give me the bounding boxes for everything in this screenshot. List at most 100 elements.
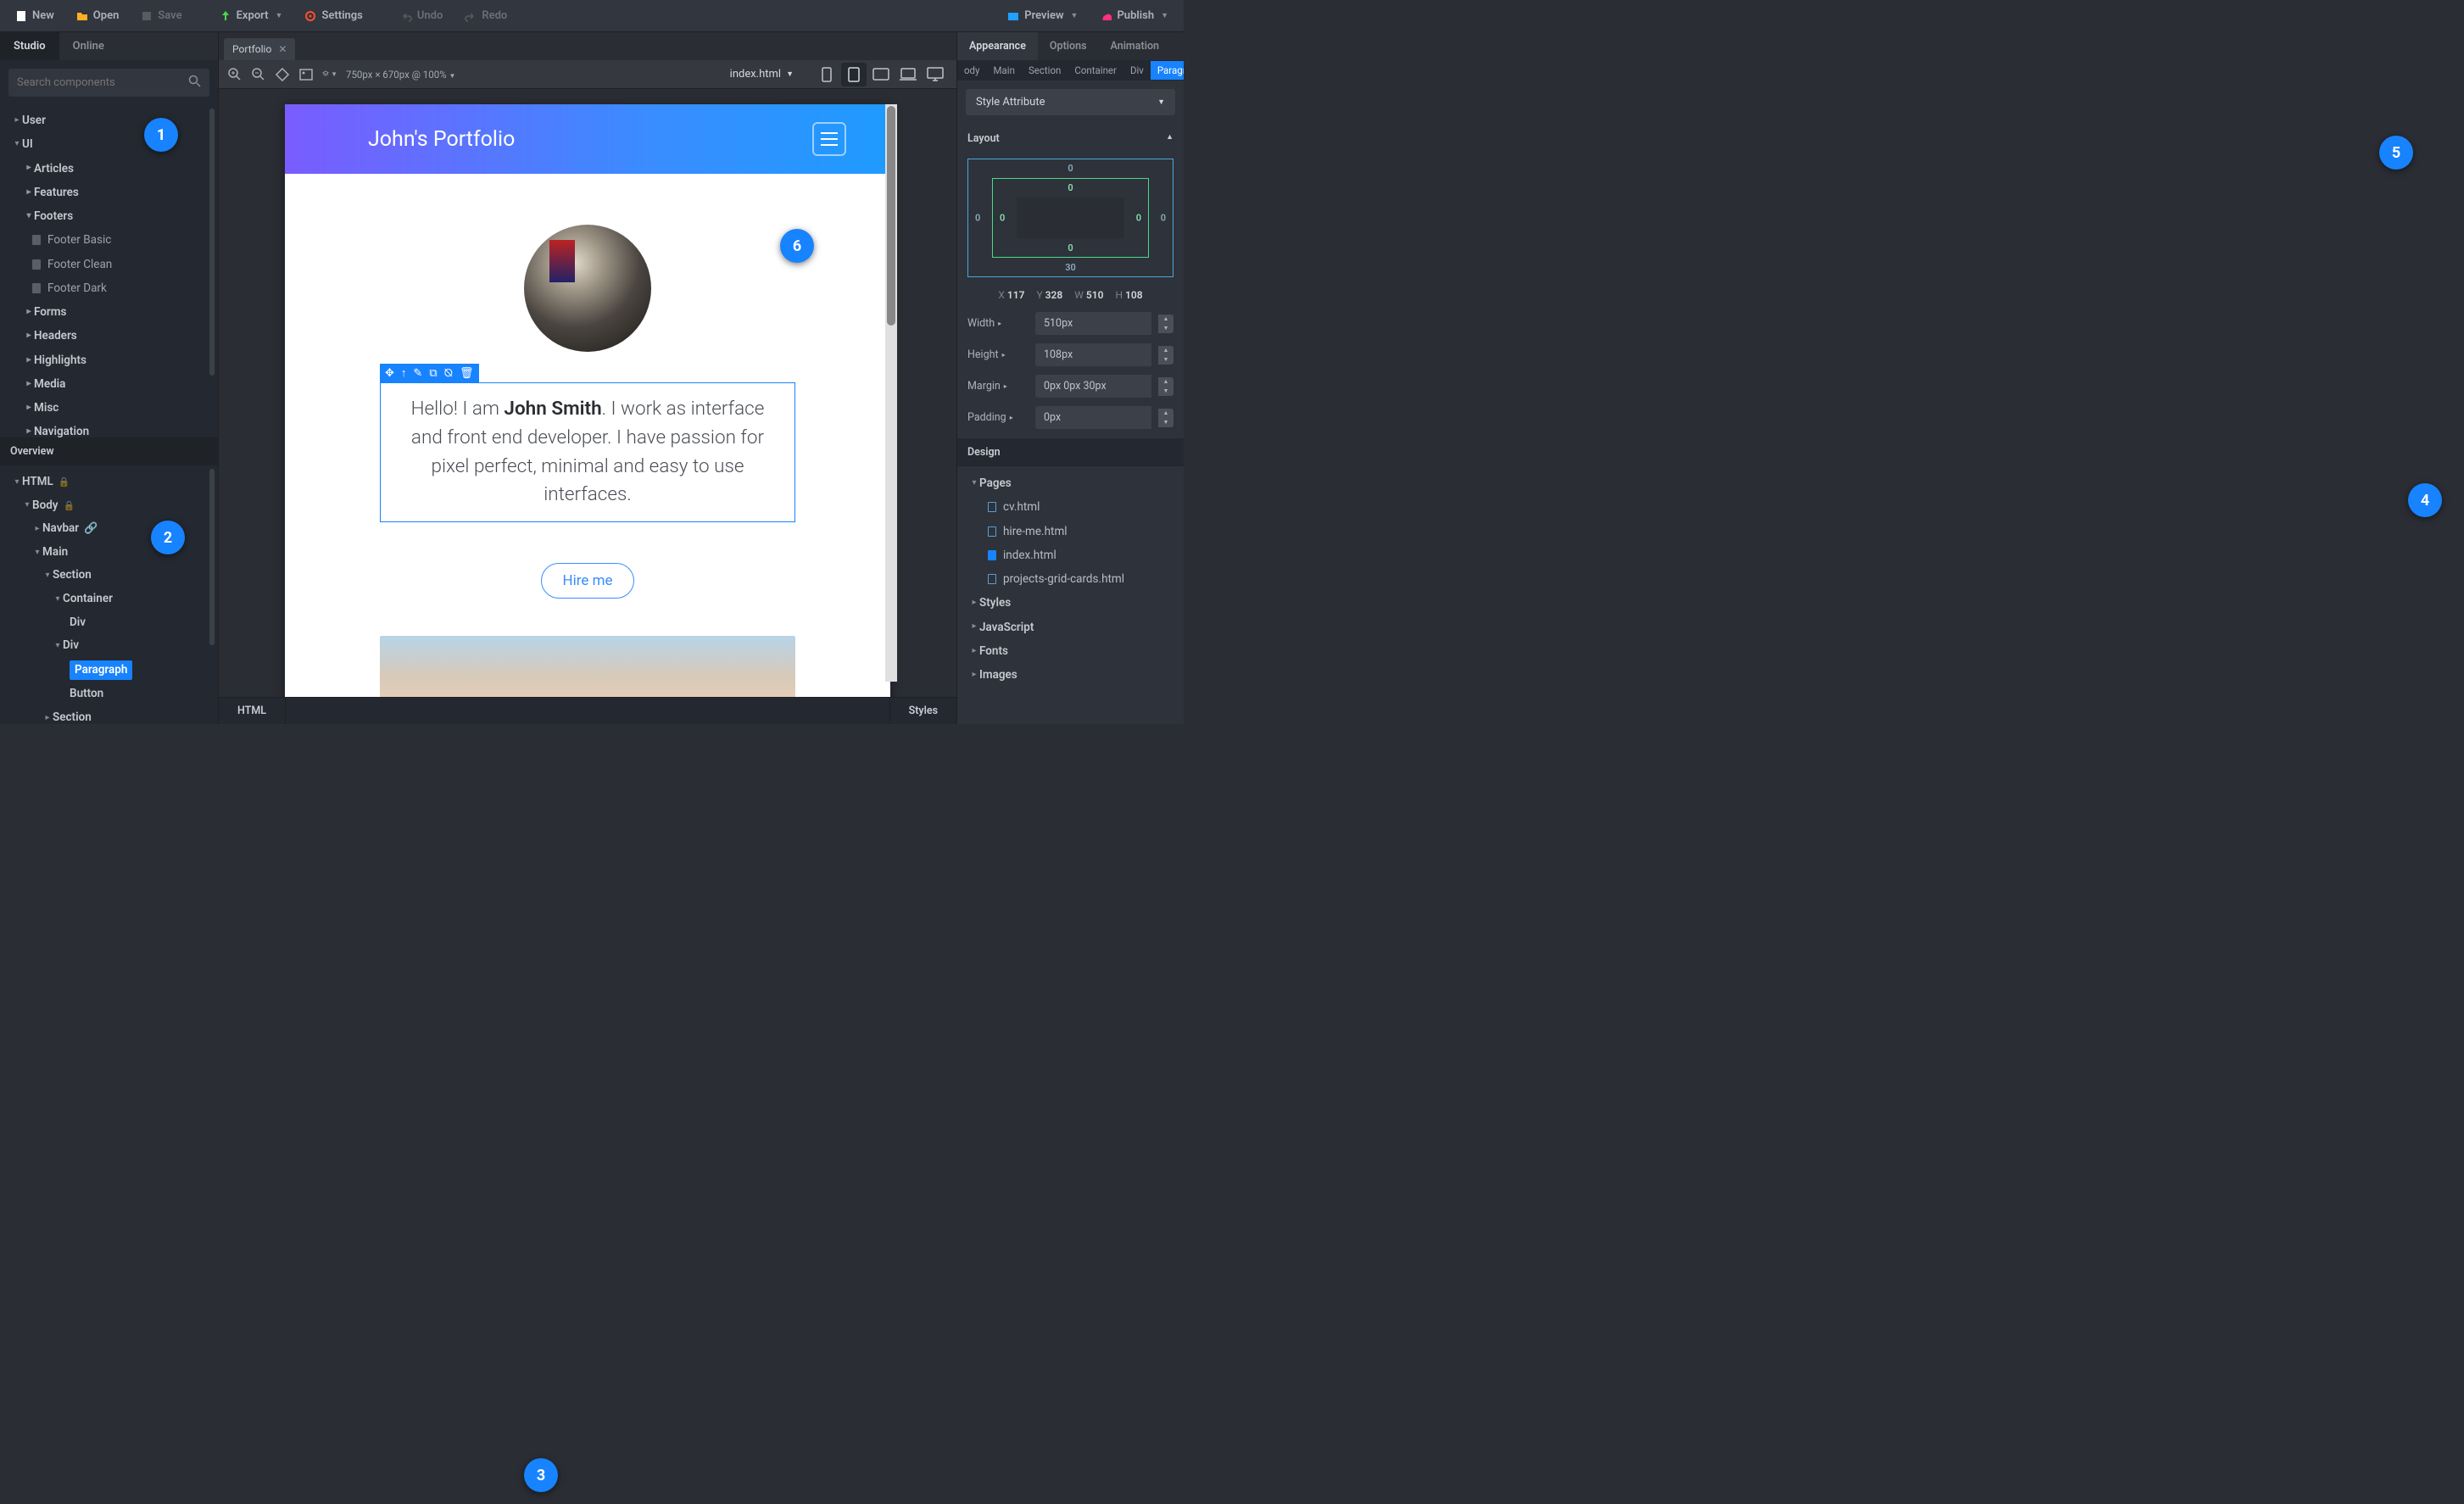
tree-footers[interactable]: ▾Footers bbox=[0, 204, 218, 228]
tree-footer-clean[interactable]: Footer Clean bbox=[0, 253, 218, 276]
device-laptop[interactable] bbox=[895, 63, 921, 86]
tree-articles[interactable]: ▸Articles bbox=[0, 157, 218, 181]
height-input[interactable]: 108px bbox=[1035, 343, 1151, 366]
tree-headers[interactable]: ▸Headers bbox=[0, 324, 218, 348]
move-icon[interactable]: ✥ bbox=[385, 367, 394, 380]
prop-margin: Margin▸ 0px 0px 30px ▲▼ bbox=[957, 370, 1184, 402]
hamburger-icon[interactable] bbox=[812, 122, 846, 156]
file-hire[interactable]: hire-me.html bbox=[957, 520, 1184, 543]
selected-element[interactable]: ✥ ↑ ✎ ⧉ ⦰ 🗑 Hello! I am John Smith. I wo… bbox=[380, 382, 795, 522]
bc-main[interactable]: Main bbox=[987, 64, 1022, 76]
document-tab[interactable]: Portfolio ✕ bbox=[224, 38, 295, 60]
ov-div1[interactable]: Div bbox=[0, 611, 218, 635]
tree-footer-basic[interactable]: Footer Basic bbox=[0, 228, 218, 252]
bc-body[interactable]: ody bbox=[957, 64, 987, 76]
ov-button[interactable]: Button bbox=[0, 682, 218, 706]
bc-div[interactable]: Div bbox=[1123, 64, 1151, 76]
width-input[interactable]: 510px bbox=[1035, 312, 1151, 335]
box-model[interactable]: 0 30 0 0 0 0 0 0 bbox=[967, 159, 1173, 277]
file-cv[interactable]: cv.html bbox=[957, 495, 1184, 519]
hire-button[interactable]: Hire me bbox=[541, 563, 633, 599]
edit-icon[interactable]: ✎ bbox=[413, 367, 422, 380]
zoom-out-icon[interactable] bbox=[251, 67, 266, 82]
rotate-icon[interactable] bbox=[275, 67, 290, 82]
settings-button[interactable]: Settings bbox=[296, 4, 371, 27]
ov-body[interactable]: ▾Body🔒 bbox=[0, 494, 218, 518]
bc-container[interactable]: Container bbox=[1068, 64, 1123, 76]
design-pages[interactable]: ▾Pages bbox=[957, 471, 1184, 495]
zoom-in-icon[interactable] bbox=[227, 67, 242, 82]
margin-stepper[interactable]: ▲▼ bbox=[1158, 377, 1173, 396]
document-tab-label: Portfolio bbox=[232, 43, 271, 55]
preview-button[interactable]: Preview▼ bbox=[999, 4, 1086, 27]
tree-navigation[interactable]: ▸Navigation bbox=[0, 420, 218, 437]
tree-user[interactable]: ▸User bbox=[0, 109, 218, 132]
save-button[interactable]: Save bbox=[132, 4, 190, 27]
tree-footer-dark[interactable]: Footer Dark bbox=[0, 276, 218, 300]
tree-ui[interactable]: ▾UI bbox=[0, 132, 218, 156]
padding-input[interactable]: 0px bbox=[1035, 406, 1151, 429]
canvas-file-select[interactable]: index.html▼ bbox=[730, 68, 794, 81]
ov-div2[interactable]: ▾Div bbox=[0, 634, 218, 658]
caret-right-icon[interactable]: ▸ bbox=[998, 320, 1001, 327]
canvas-size[interactable]: 750px × 670px @ 100% ▼ bbox=[346, 69, 455, 81]
redo-button[interactable]: Redo bbox=[456, 4, 516, 27]
export-button[interactable]: Export▼ bbox=[211, 4, 292, 27]
file-index[interactable]: index.html bbox=[957, 543, 1184, 567]
tree-misc[interactable]: ▸Misc bbox=[0, 396, 218, 420]
design-fonts[interactable]: ▸Fonts bbox=[957, 639, 1184, 663]
height-stepper[interactable]: ▲▼ bbox=[1158, 346, 1173, 365]
device-phone[interactable] bbox=[814, 63, 839, 86]
close-icon[interactable]: ✕ bbox=[278, 43, 287, 55]
ov-section[interactable]: ▾Section bbox=[0, 564, 218, 588]
design-styles[interactable]: ▸Styles bbox=[957, 591, 1184, 615]
copy-icon[interactable]: ⧉ bbox=[429, 367, 437, 380]
device-tablet-portrait[interactable] bbox=[841, 63, 867, 86]
tab-appearance[interactable]: Appearance bbox=[957, 32, 1038, 60]
canvas-area[interactable]: John's Portfolio ✥ ↑ ✎ ⧉ ⦰ � bbox=[219, 89, 956, 697]
up-icon[interactable]: ↑ bbox=[401, 366, 407, 380]
search-input[interactable] bbox=[8, 69, 209, 97]
publish-button[interactable]: Publish▼ bbox=[1091, 4, 1177, 27]
tab-html[interactable]: HTML bbox=[219, 698, 286, 724]
caret-down-icon: ▼ bbox=[1161, 11, 1168, 20]
ov-main[interactable]: ▾Main bbox=[0, 541, 218, 565]
delete-icon[interactable]: 🗑 bbox=[460, 367, 474, 380]
layout-header[interactable]: Layout▲ bbox=[957, 124, 1184, 153]
style-select[interactable]: Style Attribute▼ bbox=[966, 89, 1175, 115]
margin-input[interactable]: 0px 0px 30px bbox=[1035, 375, 1151, 398]
tree-forms[interactable]: ▸Forms bbox=[0, 300, 218, 324]
hide-icon[interactable]: ⦰ bbox=[444, 367, 453, 380]
ov-navbar[interactable]: ▸Navbar🔗 bbox=[0, 517, 218, 541]
ov-paragraph[interactable]: Paragraph bbox=[0, 658, 218, 683]
padding-stepper[interactable]: ▲▼ bbox=[1158, 409, 1173, 427]
bc-paragraph[interactable]: Paragraph bbox=[1151, 61, 1184, 80]
file-icon bbox=[988, 550, 996, 560]
width-stepper[interactable]: ▲▼ bbox=[1158, 315, 1173, 333]
design-images[interactable]: ▸Images bbox=[957, 663, 1184, 687]
hero-image bbox=[380, 636, 795, 697]
tab-animation[interactable]: Animation bbox=[1099, 32, 1172, 60]
ov-html[interactable]: ▾HTML🔒 bbox=[0, 471, 218, 494]
tab-studio[interactable]: Studio bbox=[0, 32, 59, 60]
overview-tree: ▾HTML🔒 ▾Body🔒 ▸Navbar🔗 ▾Main ▾Section ▾C… bbox=[0, 465, 218, 724]
ov-container[interactable]: ▾Container bbox=[0, 588, 218, 611]
bc-section[interactable]: Section bbox=[1022, 64, 1068, 76]
tab-online[interactable]: Online bbox=[59, 32, 118, 60]
tree-media[interactable]: ▸Media bbox=[0, 372, 218, 396]
tree-highlights[interactable]: ▸Highlights bbox=[0, 348, 218, 372]
layers-icon[interactable]: ▼ bbox=[322, 67, 337, 82]
open-button[interactable]: Open bbox=[68, 4, 128, 27]
undo-button[interactable]: Undo bbox=[392, 4, 451, 27]
new-button[interactable]: New bbox=[7, 4, 63, 27]
tree-features[interactable]: ▸Features bbox=[0, 181, 218, 204]
device-tablet-landscape[interactable] bbox=[868, 63, 894, 86]
device-desktop[interactable] bbox=[923, 63, 948, 86]
ov-section2[interactable]: ▸Section bbox=[0, 706, 218, 724]
tab-styles[interactable]: Styles bbox=[889, 698, 956, 724]
canvas-scrollbar[interactable] bbox=[885, 104, 897, 682]
image-icon[interactable] bbox=[298, 67, 314, 82]
design-js[interactable]: ▸JavaScript bbox=[957, 616, 1184, 639]
tab-options[interactable]: Options bbox=[1038, 32, 1099, 60]
file-projects[interactable]: projects-grid-cards.html bbox=[957, 567, 1184, 591]
